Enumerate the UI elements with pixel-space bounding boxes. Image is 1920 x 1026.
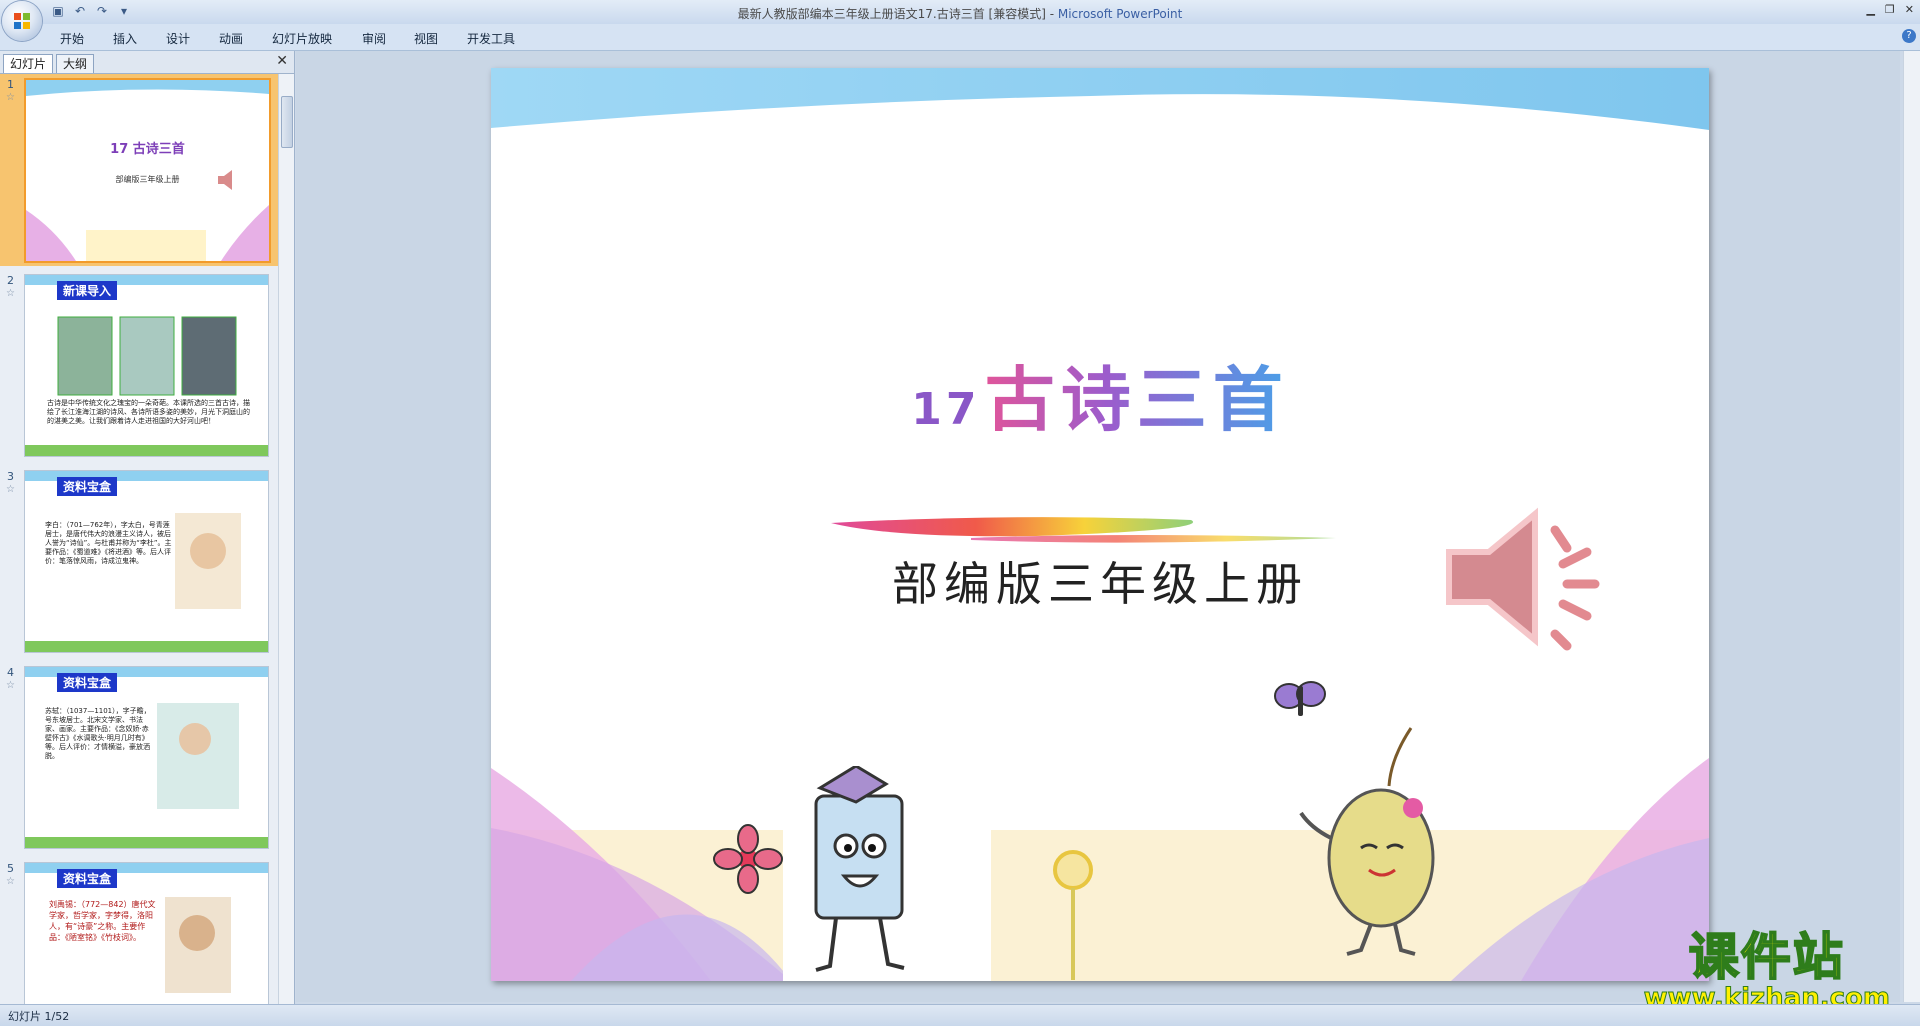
thumb5-tag: 资料宝盒 bbox=[57, 869, 118, 888]
transition-icon: ☆ bbox=[6, 92, 15, 103]
tab-animation[interactable]: 动画 bbox=[219, 30, 243, 47]
tab-view[interactable]: 视图 bbox=[414, 30, 438, 47]
status-bar: 幻灯片 1/52 bbox=[0, 1004, 1920, 1026]
thumbnail-list: 1 ☆ 17 古诗三首 部编版三年级上册 2 ☆ 新课导入 古诗是中华传统文化之… bbox=[0, 74, 278, 1004]
thumbnail-slide-2[interactable]: 新课导入 古诗是中华传统文化之瑰宝的一朵奇葩。本课所选的三首古诗，描绘了长江淮海… bbox=[24, 274, 269, 457]
sunflower-illustration bbox=[1053, 850, 1093, 980]
slide-subtitle[interactable]: 部编版三年级上册 bbox=[491, 548, 1709, 614]
window-controls: ▁ ❐ ✕ bbox=[1866, 3, 1914, 16]
tab-slides[interactable]: 幻灯片 bbox=[3, 54, 54, 73]
thumb5-body: 刘禹锡：（772—842）唐代文学家，哲学家，字梦得，洛阳人，有“诗豪”之称。主… bbox=[49, 900, 156, 942]
thumbnail-row[interactable]: 4 ☆ 资料宝盒 苏轼：（1037—1101），字子瞻，号东坡居士。北宋文学家、… bbox=[0, 662, 278, 854]
thumb2-background bbox=[25, 275, 268, 456]
editor-scrollbar[interactable] bbox=[1903, 51, 1920, 1002]
slides-pane: 幻灯片 大纲 ✕ 1 ☆ 17 古诗三首 部编版三年级上册 2 ☆ 新课导入 古… bbox=[0, 51, 295, 1004]
thumbnail-number: 4 bbox=[7, 666, 14, 679]
thumb2-tag: 新课导入 bbox=[57, 281, 118, 300]
thumbnail-number: 2 bbox=[7, 274, 14, 287]
tab-developer[interactable]: 开发工具 bbox=[467, 30, 515, 47]
tab-design[interactable]: 设计 bbox=[166, 30, 190, 47]
watermark-line1: 课件站 bbox=[1688, 927, 1845, 987]
thumbnail-scrollbar[interactable] bbox=[278, 74, 294, 1004]
office-button[interactable] bbox=[2, 1, 42, 41]
thumbnail-number: 5 bbox=[7, 862, 14, 875]
thumb3-body: 李白：（701—762年），字太白，号青莲居士，是唐代伟大的浪漫主义诗人，被后人… bbox=[45, 521, 172, 565]
tab-outline[interactable]: 大纲 bbox=[56, 54, 95, 73]
watermark-logo: 课件站 www.kjzhan.com bbox=[1643, 917, 1890, 1014]
window-title: 最新人教版部编本三年级上册语文17.古诗三首 [兼容模式] - Microsof… bbox=[737, 7, 1183, 21]
thumb1-title: 17 古诗三首 bbox=[110, 142, 185, 157]
lesson-number: 17 bbox=[911, 384, 981, 435]
butterfly-illustration bbox=[1274, 681, 1326, 716]
office-logo-icon bbox=[14, 13, 30, 29]
speaker-icon bbox=[218, 170, 232, 190]
thumbnail-row[interactable]: 3 ☆ 资料宝盒 李白：（701—762年），字太白，号青莲居士，是唐代伟大的浪… bbox=[0, 466, 278, 658]
thumb4-tag: 资料宝盒 bbox=[57, 673, 118, 692]
minimize-icon[interactable]: ▁ bbox=[1866, 3, 1874, 16]
close-icon[interactable]: ✕ bbox=[1905, 3, 1914, 16]
pane-close-icon[interactable]: ✕ bbox=[276, 53, 288, 69]
thumbnail-number: 3 bbox=[7, 470, 14, 483]
lemon-character-illustration bbox=[1299, 727, 1435, 956]
thumbnail-row[interactable]: 5 ☆ 资料宝盒 刘禹锡：（772—842）唐代文学家，哲学家，字梦得，洛阳人，… bbox=[0, 858, 278, 1004]
tab-review[interactable]: 审阅 bbox=[362, 30, 386, 47]
slide-title[interactable]: 17 古诗三首 bbox=[491, 344, 1709, 445]
thumbnail-slide-1[interactable]: 17 古诗三首 部编版三年级上册 bbox=[24, 78, 271, 263]
scrollbar-thumb[interactable] bbox=[281, 96, 293, 148]
slide-counter: 幻灯片 1/52 bbox=[8, 1010, 70, 1023]
thumb2-body: 古诗是中华传统文化之瑰宝的一朵奇葩。本课所选的三首古诗，描绘了长江淮海江湖的诗风… bbox=[47, 399, 250, 425]
help-icon[interactable]: ? bbox=[1902, 29, 1916, 43]
transition-icon: ☆ bbox=[6, 288, 15, 299]
flower-illustration bbox=[713, 824, 783, 894]
pane-tabs: 幻灯片 大纲 ✕ bbox=[0, 51, 294, 74]
transition-icon: ☆ bbox=[6, 484, 15, 495]
thumb3-tag: 资料宝盒 bbox=[57, 477, 118, 496]
book-character-illustration bbox=[814, 766, 905, 972]
thumbnail-row[interactable]: 2 ☆ 新课导入 古诗是中华传统文化之瑰宝的一朵奇葩。本课所选的三首古诗，描绘了… bbox=[0, 270, 278, 462]
tab-home[interactable]: 开始 bbox=[60, 30, 84, 47]
thumbnail-row[interactable]: 1 ☆ 17 古诗三首 部编版三年级上册 bbox=[0, 74, 278, 266]
thumbnail-number: 1 bbox=[7, 78, 14, 91]
slide-canvas[interactable]: 17 古诗三首 部编版三年级上册 bbox=[491, 68, 1709, 981]
thumbnail-slide-5[interactable]: 资料宝盒 刘禹锡：（772—842）唐代文学家，哲学家，字梦得，洛阳人，有“诗豪… bbox=[24, 862, 269, 1004]
title-bar: ▣ ↶ ↷ ▾ 最新人教版部编本三年级上册语文17.古诗三首 [兼容模式] - … bbox=[0, 0, 1920, 41]
ribbon-tabs: 开始 插入 设计 动画 幻灯片放映 审阅 视图 开发工具 ? bbox=[0, 24, 1920, 51]
transition-icon: ☆ bbox=[6, 680, 15, 691]
transition-icon: ☆ bbox=[6, 876, 15, 887]
thumb4-body: 苏轼：（1037—1101），字子瞻，号东坡居士。北宋文学家、书法家、画家。主要… bbox=[45, 707, 151, 760]
restore-icon[interactable]: ❐ bbox=[1885, 3, 1895, 16]
lesson-title: 古诗三首 bbox=[984, 359, 1289, 441]
thumbnail-slide-4[interactable]: 资料宝盒 苏轼：（1037—1101），字子瞻，号东坡居士。北宋文学家、书法家、… bbox=[24, 666, 269, 849]
thumbnail-slide-3[interactable]: 资料宝盒 李白：（701—762年），字太白，号青莲居士，是唐代伟大的浪漫主义诗… bbox=[24, 470, 269, 653]
tab-slideshow[interactable]: 幻灯片放映 bbox=[272, 30, 332, 47]
tab-insert[interactable]: 插入 bbox=[113, 30, 137, 47]
